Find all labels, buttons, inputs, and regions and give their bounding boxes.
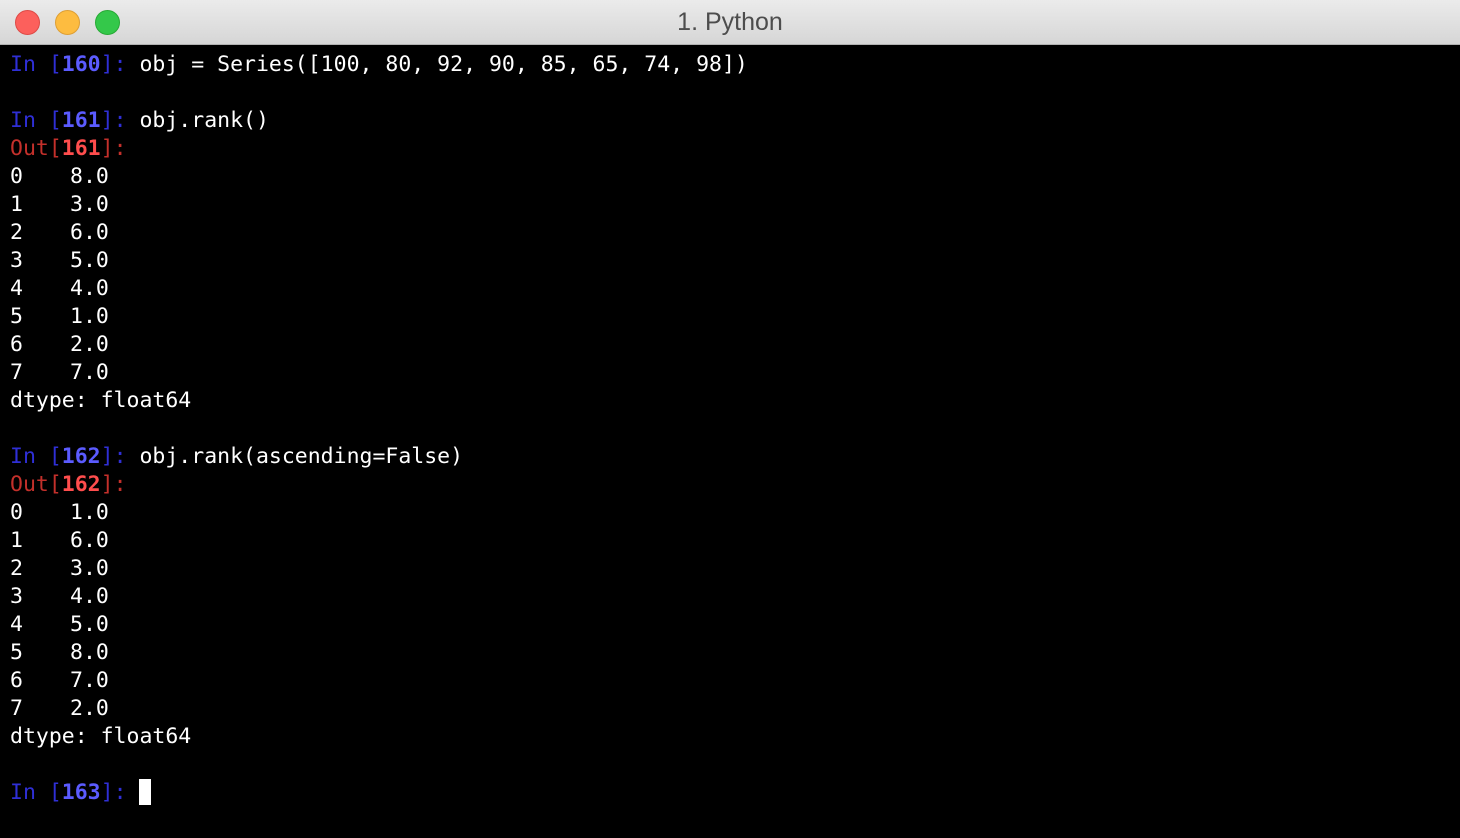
title-bar[interactable]: 1. Python xyxy=(0,0,1460,45)
series-row: 7 7.0 xyxy=(10,359,1450,387)
series-row: 6 7.0 xyxy=(10,667,1450,695)
series-value: 3.0 xyxy=(70,556,109,581)
series-value: 5.0 xyxy=(70,612,109,637)
series-value: 1.0 xyxy=(70,500,109,525)
series-value: 7.0 xyxy=(70,360,109,385)
output-prompt-line: Out[162]: xyxy=(10,471,1450,499)
series-value: 8.0 xyxy=(70,640,109,665)
series-index: 6 xyxy=(10,332,23,357)
input-line: In [162]: obj.rank(ascending=False) xyxy=(10,443,1450,471)
in-prompt-suffix: ]: xyxy=(100,780,140,805)
out-prompt-suffix: ]: xyxy=(100,136,140,161)
window-title: 1. Python xyxy=(677,8,783,36)
current-input-line[interactable]: In [163]: xyxy=(10,778,1450,807)
series-index: 4 xyxy=(10,276,23,301)
series-row: 1 3.0 xyxy=(10,191,1450,219)
in-prompt-suffix: ]: xyxy=(100,52,140,77)
series-index: 7 xyxy=(10,360,23,385)
text-cursor xyxy=(139,778,152,805)
out-prompt-number: 161 xyxy=(61,136,101,161)
series-index: 5 xyxy=(10,640,23,665)
series-row: 6 2.0 xyxy=(10,331,1450,359)
series-index: 5 xyxy=(10,304,23,329)
series-row: 1 6.0 xyxy=(10,527,1450,555)
series-row: 0 8.0 xyxy=(10,163,1450,191)
series-value: 2.0 xyxy=(70,332,109,357)
series-index: 6 xyxy=(10,668,23,693)
series-value: 3.0 xyxy=(70,192,109,217)
terminal-window: 1. Python In [160]: obj = Series([100, 8… xyxy=(0,0,1460,838)
out-prompt-suffix: ]: xyxy=(100,472,140,497)
in-prompt-number: 162 xyxy=(61,444,101,469)
in-prompt-number: 160 xyxy=(61,52,101,77)
code-text: obj.rank(ascending=False) xyxy=(139,444,464,469)
series-value: 5.0 xyxy=(70,248,109,273)
series-row: 7 2.0 xyxy=(10,695,1450,723)
input-line: In [160]: obj = Series([100, 80, 92, 90,… xyxy=(10,51,1450,79)
series-index: 2 xyxy=(10,556,23,581)
series-row: 4 5.0 xyxy=(10,611,1450,639)
output-prompt-line: Out[161]: xyxy=(10,135,1450,163)
series-row: 0 1.0 xyxy=(10,499,1450,527)
series-row: 5 1.0 xyxy=(10,303,1450,331)
dtype-line: dtype: float64 xyxy=(10,388,192,413)
in-prompt-prefix: In [ xyxy=(10,780,62,805)
series-value: 1.0 xyxy=(70,304,109,329)
in-prompt-suffix: ]: xyxy=(100,444,140,469)
series-index: 4 xyxy=(10,612,23,637)
out-prompt-prefix: Out[ xyxy=(10,472,62,497)
series-value: 6.0 xyxy=(70,220,109,245)
series-row: 3 4.0 xyxy=(10,583,1450,611)
input-line: In [161]: obj.rank() xyxy=(10,107,1450,135)
series-index: 1 xyxy=(10,192,23,217)
series-index: 3 xyxy=(10,248,23,273)
terminal-output[interactable]: In [160]: obj = Series([100, 80, 92, 90,… xyxy=(0,45,1460,807)
in-prompt-number: 163 xyxy=(61,780,101,805)
series-row: 5 8.0 xyxy=(10,639,1450,667)
series-index: 2 xyxy=(10,220,23,245)
in-prompt-prefix: In [ xyxy=(10,444,62,469)
in-prompt-prefix: In [ xyxy=(10,108,62,133)
dtype-line: dtype: float64 xyxy=(10,724,192,749)
code-text: obj.rank() xyxy=(139,108,269,133)
series-index: 7 xyxy=(10,696,23,721)
series-value: 4.0 xyxy=(70,276,109,301)
series-row: 2 3.0 xyxy=(10,555,1450,583)
series-value: 4.0 xyxy=(70,584,109,609)
series-index: 3 xyxy=(10,584,23,609)
series-row: 3 5.0 xyxy=(10,247,1450,275)
series-value: 8.0 xyxy=(70,164,109,189)
series-row: 2 6.0 xyxy=(10,219,1450,247)
series-value: 7.0 xyxy=(70,668,109,693)
in-prompt-prefix: In [ xyxy=(10,52,62,77)
out-prompt-prefix: Out[ xyxy=(10,136,62,161)
in-prompt-suffix: ]: xyxy=(100,108,140,133)
series-index: 1 xyxy=(10,528,23,553)
series-value: 6.0 xyxy=(70,528,109,553)
in-prompt-number: 161 xyxy=(61,108,101,133)
code-text: obj = Series([100, 80, 92, 90, 85, 65, 7… xyxy=(139,52,748,77)
series-index: 0 xyxy=(10,164,23,189)
out-prompt-number: 162 xyxy=(61,472,101,497)
series-index: 0 xyxy=(10,500,23,525)
series-value: 2.0 xyxy=(70,696,109,721)
series-row: 4 4.0 xyxy=(10,275,1450,303)
